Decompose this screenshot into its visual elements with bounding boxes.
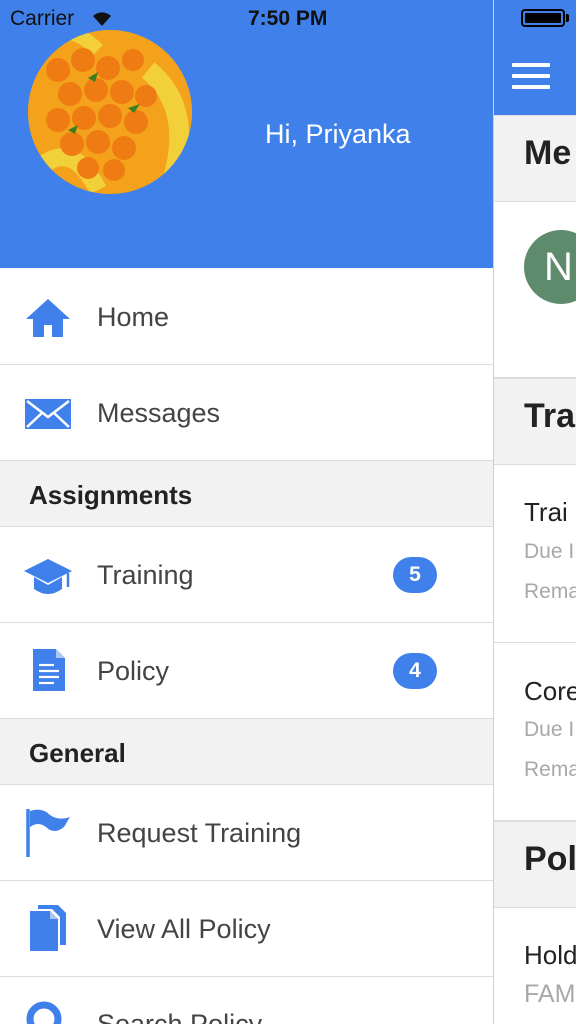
fruit-photo-icon: [28, 30, 192, 194]
bg-policy-item-title[interactable]: Hold: [524, 940, 576, 971]
documents-icon: [30, 905, 66, 951]
section-title: General: [29, 738, 126, 768]
bg-training-item-remaining: Rema: [524, 758, 576, 781]
bg-training-item-title[interactable]: Trai: [524, 497, 568, 528]
bg-policy-item-subtitle: FAM: [524, 980, 576, 1008]
navigation-drawer: Carrier 7:50 PM Hi, Priyanka Home Messag…: [0, 0, 494, 1024]
battery-tip: [566, 14, 569, 22]
background-page: Me N Tra Trai Due I Rema Core Due I Rema…: [494, 0, 576, 1024]
battery-icon: [521, 9, 565, 27]
graduation-cap-icon: [24, 559, 72, 594]
menu-item-label: View All Policy: [97, 914, 271, 944]
menu-item-home[interactable]: Home: [0, 269, 493, 365]
bg-training-item-due: Due I: [524, 718, 575, 741]
wifi-icon: [93, 12, 111, 26]
menu-item-policy[interactable]: Policy 4: [0, 623, 493, 719]
hamburger-menu-icon[interactable]: [512, 63, 550, 89]
menu-item-search-policy[interactable]: Search Policy: [0, 977, 493, 1024]
bg-section-training: Tra: [494, 378, 576, 465]
document-icon: [33, 649, 65, 691]
menu-item-view-all-policy[interactable]: View All Policy: [0, 881, 493, 977]
section-title: Assignments: [29, 480, 193, 510]
home-icon: [26, 299, 70, 337]
bg-training-item-remaining: Rema: [524, 580, 576, 603]
background-topbar: [494, 0, 576, 115]
avatar[interactable]: N: [524, 230, 576, 304]
greeting-text: Hi, Priyanka: [265, 119, 411, 149]
envelope-icon: [25, 399, 71, 429]
drawer-header: Carrier 7:50 PM Hi, Priyanka: [0, 0, 493, 268]
bg-section-policy: Pol: [494, 821, 576, 908]
bg-section-messages: Me: [494, 115, 576, 202]
menu-item-label: Home: [97, 302, 170, 332]
menu-item-label: Request Training: [97, 818, 302, 848]
menu-item-training[interactable]: Training 5: [0, 527, 493, 623]
menu-item-label: Messages: [97, 398, 221, 428]
carrier-label: Carrier: [10, 7, 75, 30]
menu-item-request-training[interactable]: Request Training: [0, 785, 493, 881]
section-header-assignments: Assignments: [0, 461, 493, 527]
bg-training-item-title[interactable]: Core: [524, 676, 576, 707]
menu-item-label: Search Policy: [97, 1009, 263, 1024]
flag-icon: [26, 809, 70, 857]
status-time: 7:50 PM: [248, 7, 328, 30]
section-header-general: General: [0, 719, 493, 785]
search-icon: [26, 1001, 62, 1024]
profile-photo[interactable]: [28, 30, 192, 194]
count-badge: 4: [393, 653, 437, 689]
menu-item-label: Training: [97, 560, 194, 590]
count-badge: 5: [393, 557, 437, 593]
menu-item-messages[interactable]: Messages: [0, 365, 493, 461]
bg-training-item-due: Due I: [524, 540, 575, 563]
menu-item-label: Policy: [97, 656, 170, 686]
